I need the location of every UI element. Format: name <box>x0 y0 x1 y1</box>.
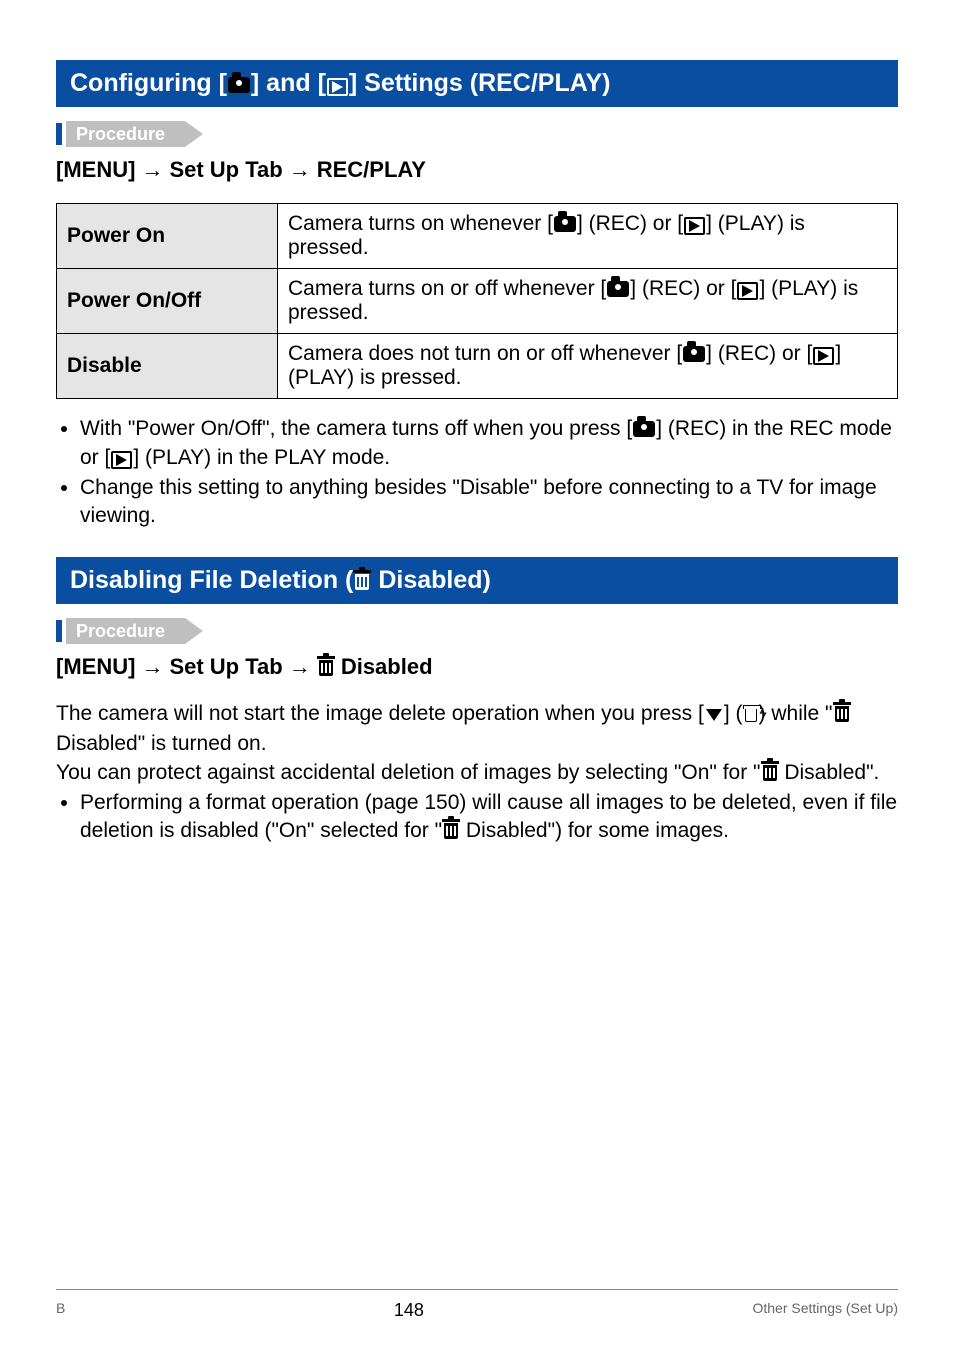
bullet-text: Disabled") for some images. <box>460 819 729 842</box>
path-recplay: REC/PLAY <box>317 157 426 183</box>
trash-flash-icon: ϟ <box>745 702 757 730</box>
row-desc: Camera does not turn on or off whenever … <box>278 334 898 399</box>
para-text: You can protect against accidental delet… <box>56 761 761 784</box>
rec-icon <box>553 216 577 232</box>
table-row: Power On Camera turns on whenever [ ] (RE… <box>57 204 898 269</box>
s2-path: [MENU] → Set Up Tab → Disabled <box>56 654 898 680</box>
s1-bullets: With "Power On/Off", the camera turns of… <box>56 415 898 530</box>
desc-text: Camera turns on whenever [ <box>288 212 553 235</box>
rec-icon <box>227 77 251 93</box>
desc-text: ] (REC) or [ <box>577 212 683 235</box>
footer-right: Other Settings (Set Up) <box>752 1300 898 1321</box>
path-disabled: Disabled <box>317 654 433 680</box>
row-head: Power On <box>57 204 278 269</box>
play-icon <box>683 217 706 235</box>
s2-bullets: Performing a format operation (page 150)… <box>56 789 898 846</box>
play-icon <box>326 78 349 96</box>
trash-icon <box>835 706 849 722</box>
para-text: Disabled". <box>779 761 880 784</box>
play-icon <box>736 282 759 300</box>
table-row: Power On/Off Camera turns on or off when… <box>57 269 898 334</box>
desc-text: Camera does not turn on or off whenever … <box>288 342 682 365</box>
path-setup: Set Up Tab <box>169 157 282 183</box>
s1-title-post: ] Settings (REC/PLAY) <box>349 69 611 97</box>
procedure-bar-icon <box>56 620 62 642</box>
s2-title-pre: Disabling File Deletion ( <box>70 566 353 594</box>
path-menu: [MENU] <box>56 157 135 183</box>
s1-title-mid: ] and [ <box>251 69 326 97</box>
trash-icon <box>319 660 333 676</box>
procedure-label: Procedure <box>76 124 165 144</box>
table-row: Disable Camera does not turn on or off w… <box>57 334 898 399</box>
desc-text: ] (REC) or [ <box>630 277 736 300</box>
desc-text: Camera turns on or off whenever [ <box>288 277 606 300</box>
rec-icon <box>682 346 706 362</box>
path-menu: [MENU] <box>56 654 135 680</box>
section2-heading: Disabling File Deletion ( Disabled) <box>56 557 898 604</box>
procedure-pill: Procedure <box>66 121 185 147</box>
para-text: ) while " <box>759 702 833 725</box>
section1-heading: Configuring [ ] and [ ] Settings (REC/PLAY… <box>56 60 898 107</box>
procedure-pill: Procedure <box>66 618 185 644</box>
path-setup: Set Up Tab <box>169 654 282 680</box>
list-item: With "Power On/Off", the camera turns of… <box>80 415 898 472</box>
rec-icon <box>606 281 630 297</box>
down-triangle-icon <box>706 709 722 721</box>
s2-title-post: Disabled) <box>371 566 490 594</box>
bullet-text: With "Power On/Off", the camera turns of… <box>80 417 632 440</box>
arrow-icon: → <box>289 654 311 680</box>
page-footer: B 148 Other Settings (Set Up) <box>56 1289 898 1321</box>
row-head: Disable <box>57 334 278 399</box>
play-icon <box>110 451 133 469</box>
footer-left: B <box>56 1300 65 1321</box>
para-text: Disabled" is turned on. <box>56 732 267 755</box>
row-head: Power On/Off <box>57 269 278 334</box>
list-item: Performing a format operation (page 150)… <box>80 789 898 846</box>
path-disabled-text: Disabled <box>335 654 433 679</box>
trash-icon <box>444 823 458 839</box>
s1-path: [MENU] → Set Up Tab → REC/PLAY <box>56 157 898 183</box>
bullet-text: ] (PLAY) in the PLAY mode. <box>133 446 390 469</box>
arrow-icon: → <box>141 654 163 680</box>
para-text: ] ( <box>724 702 743 725</box>
trash-icon <box>355 574 369 590</box>
options-table: Power On Camera turns on whenever [ ] (RE… <box>56 203 898 399</box>
list-item: Change this setting to anything besides … <box>80 474 898 531</box>
procedure-label: Procedure <box>76 621 165 641</box>
procedure-label-row: Procedure <box>56 121 898 147</box>
row-desc: Camera turns on whenever [] (REC) or [] … <box>278 204 898 269</box>
procedure-label-row: Procedure <box>56 618 898 644</box>
arrow-icon: → <box>141 157 163 183</box>
para-text: The camera will not start the image dele… <box>56 702 704 725</box>
s1-title-pre: Configuring [ <box>70 69 227 97</box>
footer-page-number: 148 <box>394 1300 424 1321</box>
procedure-bar-icon <box>56 123 62 145</box>
trash-icon <box>763 765 777 781</box>
row-desc: Camera turns on or off whenever [ ] (REC)… <box>278 269 898 334</box>
play-icon <box>812 347 835 365</box>
arrow-icon: → <box>289 157 311 183</box>
desc-text: ] (REC) or [ <box>706 342 812 365</box>
rec-icon <box>632 421 656 437</box>
s2-body: The camera will not start the image dele… <box>56 700 898 787</box>
